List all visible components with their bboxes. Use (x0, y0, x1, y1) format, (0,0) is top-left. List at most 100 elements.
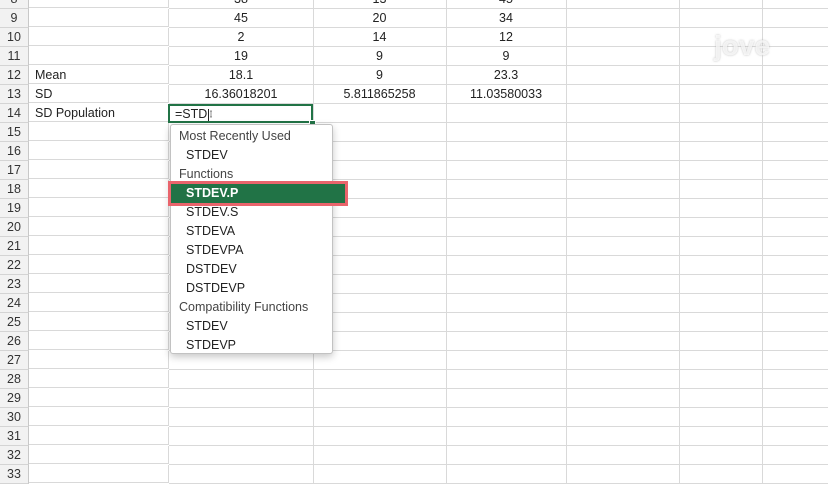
cell-f[interactable] (679, 389, 763, 408)
cell-g[interactable] (762, 313, 828, 332)
cell-e[interactable] (566, 180, 680, 199)
cell-e[interactable] (566, 446, 680, 465)
row-header[interactable]: 19 (0, 199, 29, 218)
row-header[interactable]: 13 (0, 85, 29, 104)
cell-a[interactable] (29, 9, 169, 27)
cell-f[interactable] (679, 408, 763, 427)
cell-b[interactable] (169, 446, 314, 465)
cell-d[interactable] (446, 199, 567, 218)
cell-a[interactable] (29, 0, 169, 8)
cell-g[interactable] (762, 123, 828, 142)
cell-f[interactable] (679, 180, 763, 199)
cell-a[interactable] (29, 408, 169, 426)
cell-g[interactable] (762, 446, 828, 465)
row-header[interactable]: 22 (0, 256, 29, 275)
menu-item-stdeva[interactable]: STDEVA (171, 222, 347, 241)
cell-d[interactable]: 12 (446, 28, 567, 47)
cell-f[interactable] (679, 218, 763, 237)
cell-c[interactable] (313, 465, 447, 484)
cell-f[interactable] (679, 123, 763, 142)
cell-e[interactable] (566, 66, 680, 85)
cell-b[interactable] (169, 408, 314, 427)
cell-d[interactable] (446, 389, 567, 408)
row-header[interactable]: 31 (0, 427, 29, 446)
row-header[interactable]: 20 (0, 218, 29, 237)
cell-f[interactable] (679, 427, 763, 446)
cell-f[interactable] (679, 237, 763, 256)
row-header[interactable]: 21 (0, 237, 29, 256)
cell-c[interactable] (313, 389, 447, 408)
cell-e[interactable] (566, 465, 680, 484)
row-header[interactable]: 24 (0, 294, 29, 313)
cell-b[interactable]: 45 (169, 9, 314, 28)
cell-b[interactable] (169, 427, 314, 446)
cell-g[interactable] (762, 294, 828, 313)
cell-g[interactable] (762, 104, 828, 123)
cell-c[interactable] (313, 446, 447, 465)
cell-a[interactable] (29, 275, 169, 293)
cell-e[interactable] (566, 28, 680, 47)
cell-d[interactable] (446, 465, 567, 484)
cell-f[interactable] (679, 332, 763, 351)
menu-item-stdev-p[interactable]: STDEV.P (168, 181, 348, 206)
cell-g[interactable] (762, 199, 828, 218)
row-header[interactable]: 17 (0, 161, 29, 180)
cell-a[interactable] (29, 142, 169, 160)
cell-e[interactable] (566, 389, 680, 408)
cell-f[interactable] (679, 370, 763, 389)
cell-a[interactable] (29, 294, 169, 312)
cell-a[interactable] (29, 370, 169, 388)
row-header[interactable]: 15 (0, 123, 29, 142)
row-header[interactable]: 25 (0, 313, 29, 332)
cell-g[interactable] (762, 237, 828, 256)
row-header[interactable]: 32 (0, 446, 29, 465)
cell-d[interactable]: 45 (446, 0, 567, 9)
row-header[interactable]: 11 (0, 47, 29, 66)
cell-f[interactable] (679, 275, 763, 294)
cell-e[interactable] (566, 351, 680, 370)
cell-a[interactable] (29, 180, 169, 198)
cell-c[interactable] (313, 427, 447, 446)
cell-d[interactable]: 11.03580033 (446, 85, 567, 104)
menu-item-stdev-s[interactable]: STDEV.S (171, 203, 347, 222)
cell-e[interactable] (566, 427, 680, 446)
cell-e[interactable] (566, 104, 680, 123)
cell-a[interactable] (29, 389, 169, 407)
cell-g[interactable] (762, 218, 828, 237)
cell-e[interactable] (566, 408, 680, 427)
cell-c[interactable] (313, 370, 447, 389)
row-header[interactable]: 28 (0, 370, 29, 389)
cell-f[interactable] (679, 85, 763, 104)
cell-a[interactable] (29, 28, 169, 46)
cell-d[interactable]: 23.3 (446, 66, 567, 85)
cell-e[interactable] (566, 142, 680, 161)
cell-a[interactable] (29, 199, 169, 217)
cell-a[interactable] (29, 237, 169, 255)
cell-e[interactable] (566, 294, 680, 313)
cell-f[interactable] (679, 161, 763, 180)
cell-e[interactable] (566, 256, 680, 275)
row-header[interactable]: 10 (0, 28, 29, 47)
cell-d[interactable] (446, 237, 567, 256)
cell-e[interactable] (566, 47, 680, 66)
cell-e[interactable] (566, 199, 680, 218)
cell-g[interactable] (762, 161, 828, 180)
cell-g[interactable] (762, 408, 828, 427)
cell-a[interactable]: SD (29, 85, 169, 103)
cell-d[interactable] (446, 142, 567, 161)
row-header[interactable]: 33 (0, 465, 29, 484)
cell-a[interactable] (29, 465, 169, 483)
cell-f[interactable] (679, 142, 763, 161)
cell-d[interactable] (446, 256, 567, 275)
cell-e[interactable] (566, 313, 680, 332)
cell-e[interactable] (566, 237, 680, 256)
row-header[interactable]: 27 (0, 351, 29, 370)
cell-g[interactable] (762, 256, 828, 275)
cell-a[interactable] (29, 446, 169, 464)
cell-c[interactable]: 9 (313, 66, 447, 85)
cell-f[interactable] (679, 351, 763, 370)
cell-g[interactable] (762, 85, 828, 104)
cell-d[interactable] (446, 313, 567, 332)
cell-e[interactable] (566, 0, 680, 9)
cell-e[interactable] (566, 370, 680, 389)
